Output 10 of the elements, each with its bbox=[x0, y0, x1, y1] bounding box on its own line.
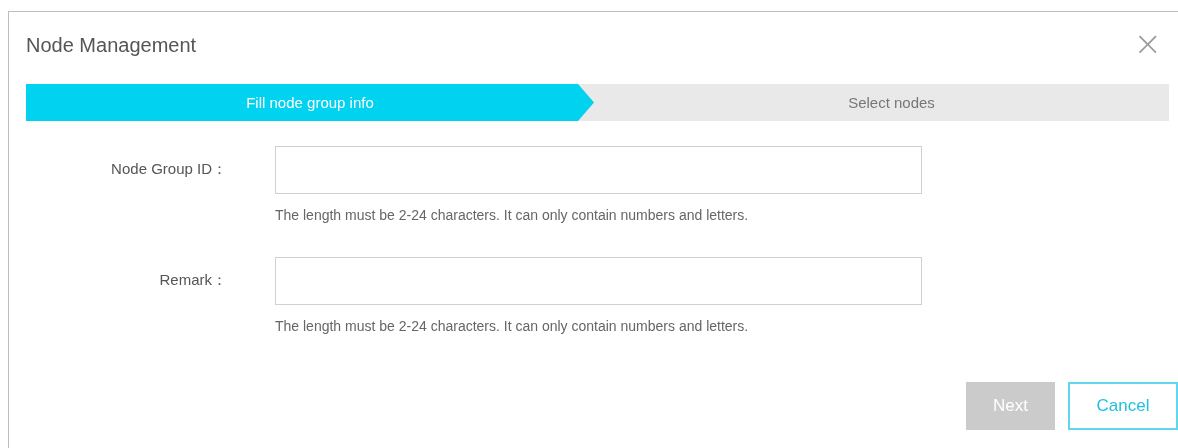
step-tab[interactable]: Fill node group info bbox=[26, 84, 594, 121]
input-field[interactable] bbox=[275, 146, 922, 194]
close-button[interactable]: × bbox=[1129, 26, 1166, 60]
dialog-title: Node Management bbox=[26, 32, 197, 57]
field-hint: The length must be 2-24 characters. It can only contain numbers and letters. bbox=[275, 318, 750, 334]
input-field[interactable] bbox=[275, 257, 922, 305]
cancel-button[interactable]: Cancel bbox=[1068, 382, 1178, 430]
field-hint: The length must be 2-24 characters. It can only contain numbers and letters. bbox=[275, 207, 750, 223]
field-label: Remark： bbox=[158, 270, 228, 290]
field-label: Node Group ID： bbox=[110, 159, 228, 179]
